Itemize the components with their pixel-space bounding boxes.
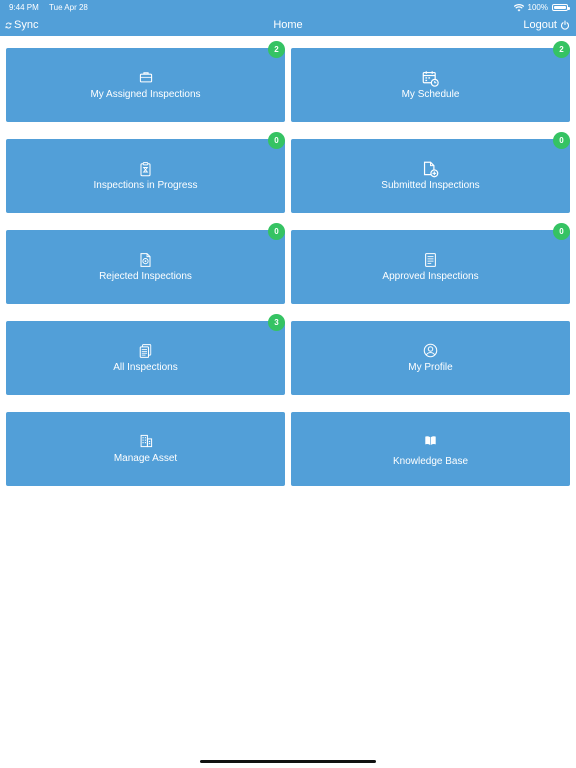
status-right: 100% bbox=[513, 3, 570, 12]
count-badge: 0 bbox=[268, 132, 285, 149]
count-badge: 2 bbox=[553, 41, 570, 58]
tile-label: Inspections in Progress bbox=[93, 180, 198, 191]
tile-label: Approved Inspections bbox=[382, 271, 479, 282]
tile-label: All Inspections bbox=[113, 362, 178, 373]
calendar-icon bbox=[422, 71, 439, 87]
book-icon bbox=[425, 436, 436, 446]
document-rejected-icon bbox=[140, 253, 151, 267]
count-badge: 3 bbox=[268, 314, 285, 331]
tile-knowledge-base[interactable]: Knowledge Base bbox=[291, 412, 570, 486]
header: 9:44 PM Tue Apr 28 100% Sync Home Logout bbox=[0, 0, 576, 36]
count-badge: 0 bbox=[553, 223, 570, 240]
briefcase-icon bbox=[139, 72, 152, 83]
logout-button[interactable]: Logout bbox=[523, 19, 570, 31]
user-circle-icon bbox=[423, 343, 438, 358]
document-stack-icon bbox=[139, 344, 152, 358]
count-badge: 0 bbox=[268, 223, 285, 240]
tile-label: Knowledge Base bbox=[392, 456, 469, 467]
tile-inspections-in-progress[interactable]: Inspections in Progress 0 bbox=[6, 132, 285, 213]
status-time: 9:44 PM bbox=[9, 3, 39, 12]
status-left: 9:44 PM Tue Apr 28 bbox=[9, 3, 88, 12]
count-badge: 0 bbox=[553, 132, 570, 149]
tile-label: Manage Asset bbox=[113, 453, 178, 464]
tile-label: Submitted Inspections bbox=[381, 180, 480, 191]
checklist-icon bbox=[425, 253, 436, 267]
hourglass-clipboard-icon bbox=[140, 162, 151, 177]
tile-manage-asset[interactable]: Manage Asset bbox=[6, 412, 285, 486]
power-icon bbox=[560, 20, 570, 30]
home-indicator bbox=[200, 760, 376, 763]
sync-icon bbox=[5, 22, 12, 28]
tile-rejected-inspections[interactable]: Rejected Inspections 0 bbox=[6, 223, 285, 304]
battery-percent: 100% bbox=[527, 3, 548, 12]
tile-all-inspections[interactable]: All Inspections 3 bbox=[6, 314, 285, 395]
status-date: Tue Apr 28 bbox=[49, 3, 88, 12]
tile-submitted-inspections[interactable]: Submitted Inspections 0 bbox=[291, 132, 570, 213]
logout-label: Logout bbox=[523, 19, 557, 31]
wifi-icon bbox=[513, 3, 524, 11]
count-badge: 2 bbox=[268, 41, 285, 58]
document-add-icon bbox=[423, 161, 439, 178]
page-title: Home bbox=[273, 19, 303, 31]
tile-my-schedule[interactable]: My Schedule 2 bbox=[291, 41, 570, 122]
building-icon bbox=[140, 434, 152, 448]
tile-my-assigned-inspections[interactable]: My Assigned Inspections 2 bbox=[6, 41, 285, 122]
tile-label: My Schedule bbox=[401, 89, 460, 100]
tile-my-profile[interactable]: My Profile bbox=[291, 321, 570, 395]
battery-icon bbox=[552, 4, 570, 11]
sync-label: Sync bbox=[14, 19, 39, 31]
nav-bar: Sync Home Logout bbox=[0, 14, 576, 36]
tile-label: Rejected Inspections bbox=[99, 271, 192, 282]
tile-label: My Assigned Inspections bbox=[90, 89, 201, 100]
status-bar: 9:44 PM Tue Apr 28 100% bbox=[0, 0, 576, 14]
tile-approved-inspections[interactable]: Approved Inspections 0 bbox=[291, 223, 570, 304]
tile-label: My Profile bbox=[408, 362, 453, 373]
sync-button[interactable]: Sync bbox=[5, 19, 38, 31]
